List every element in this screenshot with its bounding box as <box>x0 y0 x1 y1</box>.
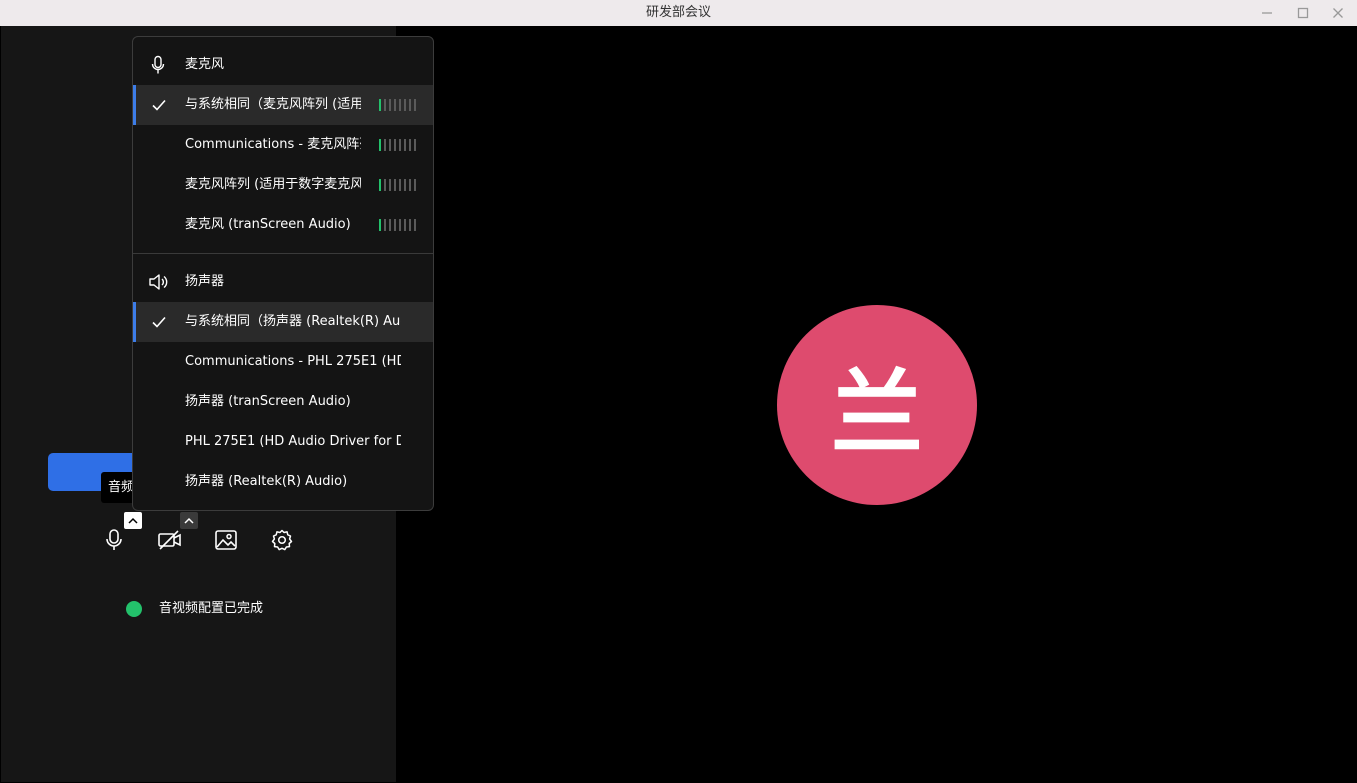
check-icon <box>152 99 166 111</box>
mic-option[interactable]: Communications - 麦克风阵列 (适用于数字麦克风的英特尔® 智音… <box>133 125 433 165</box>
mic-toggle-button[interactable] <box>100 526 128 554</box>
image-icon <box>215 530 237 550</box>
speaker-option[interactable]: 扬声器 (Realtek(R) Audio) <box>133 462 433 502</box>
window-title: 研发部会议 <box>645 5 711 20</box>
gear-icon <box>271 529 293 551</box>
settings-button[interactable] <box>268 526 296 554</box>
speaker-option-label: PHL 275E1 (HD Audio Driver for Display A… <box>185 434 401 449</box>
mic-option[interactable]: 麦克风 (tranScreen Audio) <box>133 205 433 245</box>
mic-option[interactable]: 与系统相同（麦克风阵列 (适用于数字麦克风的英特尔® 智音技术)) <box>133 85 433 125</box>
speaker-option[interactable]: 与系统相同（扬声器 (Realtek(R) Audio)） <box>133 302 433 342</box>
meter-bar <box>384 179 386 191</box>
participant-avatar: 兰 <box>777 305 977 505</box>
volume-level-meter <box>379 139 416 151</box>
speaker-option-label: 扬声器 (tranScreen Audio) <box>185 394 351 409</box>
meter-bar <box>414 99 416 111</box>
mic-section-header: 麦克风 <box>133 45 433 85</box>
speaker-section-header: 扬声器 <box>133 262 433 302</box>
meter-bar <box>414 139 416 151</box>
close-icon <box>1333 8 1343 18</box>
meter-bar <box>379 99 381 111</box>
camera-toggle-button[interactable] <box>156 526 184 554</box>
meter-bar <box>399 99 401 111</box>
meter-bar <box>389 219 391 231</box>
meter-bar <box>389 99 391 111</box>
meter-bar <box>394 139 396 151</box>
close-button[interactable] <box>1320 0 1356 26</box>
meter-bar <box>379 219 381 231</box>
mic-option[interactable]: 麦克风阵列 (适用于数字麦克风的英特尔® 智音技术) <box>133 165 433 205</box>
meter-bar <box>399 219 401 231</box>
speaker-option[interactable]: 扬声器 (tranScreen Audio) <box>133 382 433 422</box>
meter-bar <box>414 179 416 191</box>
speaker-icon <box>148 272 168 292</box>
mic-section-title: 麦克风 <box>185 57 225 72</box>
mic-option-label: 麦克风 (tranScreen Audio) <box>185 217 351 232</box>
meter-bar <box>389 179 391 191</box>
maximize-button[interactable] <box>1285 0 1321 26</box>
meter-bar <box>409 179 411 191</box>
meter-bar <box>399 139 401 151</box>
speaker-option-label: Communications - PHL 275E1 (HD Audio Dri… <box>185 354 401 369</box>
status-indicator <box>126 601 142 617</box>
speaker-option[interactable]: PHL 275E1 (HD Audio Driver for Display A… <box>133 422 433 462</box>
meter-bar <box>409 219 411 231</box>
minimize-button[interactable] <box>1249 0 1285 26</box>
meter-bar <box>399 179 401 191</box>
meter-bar <box>384 139 386 151</box>
maximize-icon <box>1297 7 1309 19</box>
meter-bar <box>404 139 406 151</box>
chevron-up-icon <box>184 517 194 524</box>
microphone-icon <box>106 529 122 550</box>
mic-option-label: 麦克风阵列 (适用于数字麦克风的英特尔® 智音技术) <box>185 177 361 192</box>
meter-bar <box>389 139 391 151</box>
meter-bar <box>414 219 416 231</box>
meter-bar <box>404 179 406 191</box>
meter-bar <box>404 99 406 111</box>
meter-bar <box>394 219 396 231</box>
meter-bar <box>394 179 396 191</box>
speaker-option-label: 扬声器 (Realtek(R) Audio) <box>185 474 348 489</box>
mic-option-label: Communications - 麦克风阵列 (适用于数字麦克风的英特尔® 智音… <box>185 137 361 152</box>
meter-bar <box>384 99 386 111</box>
meter-bar <box>384 219 386 231</box>
meter-bar <box>404 219 406 231</box>
camera-options-toggle[interactable] <box>180 512 198 529</box>
status-text: 音视频配置已完成 <box>159 601 264 616</box>
video-stage: 兰 <box>396 26 1356 782</box>
camera-off-icon <box>158 530 181 550</box>
title-bar: 研发部会议 <box>0 0 1357 26</box>
speaker-option-label: 与系统相同（扬声器 (Realtek(R) Audio)） <box>185 314 401 329</box>
microphone-icon <box>148 55 168 75</box>
meter-bar <box>394 99 396 111</box>
mic-options-toggle[interactable] <box>124 512 142 529</box>
volume-level-meter <box>379 219 416 231</box>
speaker-section-title: 扬声器 <box>185 274 225 289</box>
meter-bar <box>409 139 411 151</box>
check-icon <box>152 316 166 328</box>
audio-device-menu: 麦克风 与系统相同（麦克风阵列 (适用于数字麦克风的英特尔® 智音技术)) Com… <box>132 36 434 511</box>
volume-level-meter <box>379 179 416 191</box>
minimize-icon <box>1262 12 1272 14</box>
chevron-up-icon <box>128 517 138 524</box>
meter-bar <box>409 99 411 111</box>
speaker-option[interactable]: Communications - PHL 275E1 (HD Audio Dri… <box>133 342 433 382</box>
meter-bar <box>379 179 381 191</box>
mic-option-label: 与系统相同（麦克风阵列 (适用于数字麦克风的英特尔® 智音技术)) <box>185 97 361 112</box>
volume-level-meter <box>379 99 416 111</box>
background-button[interactable] <box>212 526 240 554</box>
section-divider <box>133 253 433 254</box>
meter-bar <box>379 139 381 151</box>
